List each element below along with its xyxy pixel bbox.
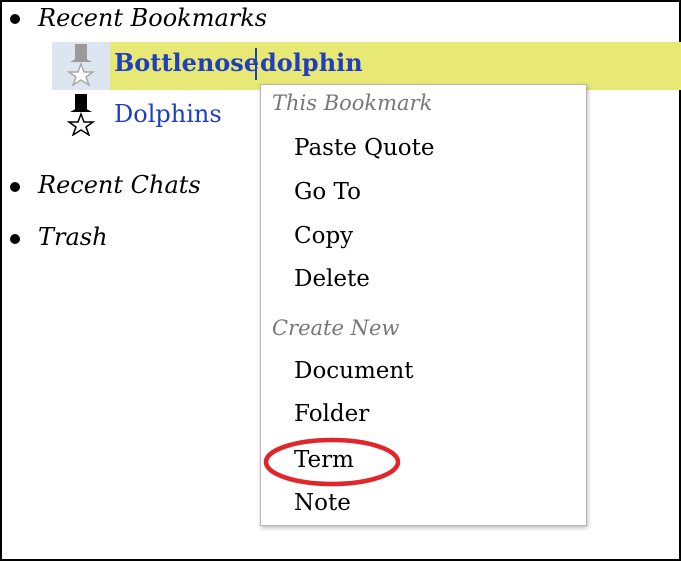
- menu-item-go-to[interactable]: Go To: [294, 179, 361, 205]
- menu-item-paste-quote[interactable]: Paste Quote: [294, 135, 435, 161]
- bookmark-title-bottlenose[interactable]: Bottlenose: [114, 48, 259, 77]
- menu-header-create-new: Create New: [272, 316, 400, 340]
- menu-item-folder[interactable]: Folder: [294, 401, 369, 427]
- text-cursor: [255, 48, 257, 80]
- bullet-icon: [10, 182, 20, 192]
- menu-item-copy[interactable]: Copy: [294, 223, 353, 249]
- menu-item-delete[interactable]: Delete: [294, 266, 370, 292]
- section-trash[interactable]: Trash: [38, 223, 108, 251]
- menu-item-document[interactable]: Document: [294, 358, 413, 384]
- section-recent-chats[interactable]: Recent Chats: [38, 171, 201, 199]
- bullet-icon: [10, 14, 20, 24]
- bookmark-star-icon: [66, 44, 96, 86]
- bullet-icon: [10, 234, 20, 244]
- section-recent-bookmarks[interactable]: Recent Bookmarks: [38, 4, 267, 32]
- menu-header-this-bookmark: This Bookmark: [272, 91, 433, 115]
- menu-item-note[interactable]: Note: [294, 490, 351, 516]
- bookmark-title-dolphin-word[interactable]: dolphin: [260, 48, 363, 77]
- annotation-highlight-ring: [263, 437, 401, 487]
- bookmark-title-dolphins[interactable]: Dolphins: [114, 100, 222, 128]
- bookmark-star-icon: [66, 94, 96, 136]
